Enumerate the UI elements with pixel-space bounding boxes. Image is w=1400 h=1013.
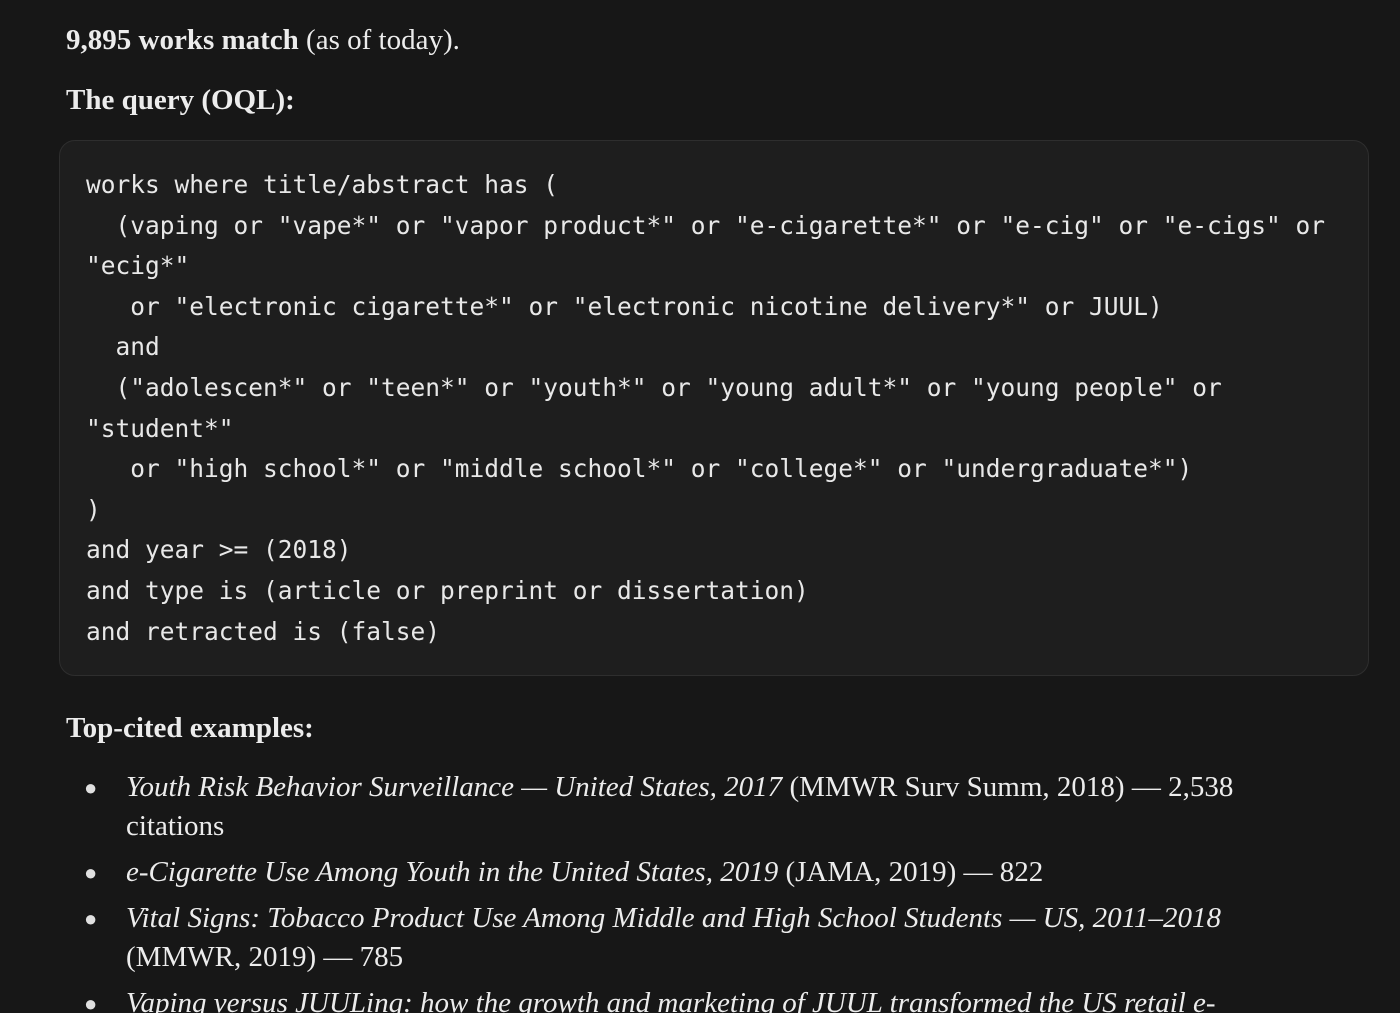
example-details: (JAMA, 2019) — 822 (778, 856, 1044, 888)
example-title: Vaping versus JUULing: how the growth an… (126, 987, 1216, 1013)
list-item: ● e-Cigarette Use Among Youth in the Unit… (66, 853, 1326, 892)
query-code-block[interactable]: works where title/abstract has ( (vaping… (59, 140, 1369, 676)
bullet-icon: ● (84, 860, 98, 885)
query-line: or "electronic cigarette*" or "electroni… (86, 291, 1163, 321)
query-line: or "high school*" or "middle school*" or… (86, 454, 1193, 484)
query-line: "ecig*" (86, 251, 190, 281)
example-details: (MMWR, 2019) — 785 (126, 941, 404, 973)
query-line: and type is (article or preprint or diss… (86, 575, 809, 605)
response-content: 9,895 works match (as of today). The que… (59, 18, 1371, 1013)
query-line: and year >= (2018) (86, 535, 352, 565)
bullet-icon: ● (84, 775, 98, 800)
examples-list: ● Youth Risk Behavior Surveillance — Unit… (66, 768, 1326, 1013)
query-line: "student*" (86, 413, 234, 443)
list-item: ● Youth Risk Behavior Surveillance — Unit… (66, 768, 1326, 846)
query-code[interactable]: works where title/abstract has ( (vaping… (86, 165, 1342, 652)
query-line: ) (86, 494, 101, 524)
query-line: ("adolescen*" or "teen*" or "youth*" or … (86, 372, 1222, 402)
query-line: and (86, 332, 160, 362)
query-line: and retracted is (false) (86, 616, 441, 646)
example-title: Youth Risk Behavior Surveillance — Unite… (126, 771, 783, 803)
query-heading: The query (OQL): (66, 84, 295, 116)
bullet-icon: ● (84, 906, 98, 931)
query-line: works where title/abstract has ( (86, 170, 559, 199)
example-title: e-Cigarette Use Among Youth in the Unite… (126, 856, 779, 888)
results-count: 9,895 works match (66, 24, 299, 56)
results-summary: 9,895 works match (as of today). (66, 18, 1371, 62)
list-item: ● Vaping versus JUULing: how the growth a… (66, 984, 1326, 1013)
list-item: ● Vital Signs: Tobacco Product Use Among … (66, 899, 1326, 977)
bullet-icon: ● (84, 991, 98, 1013)
example-title: Vital Signs: Tobacco Product Use Among M… (126, 902, 1221, 934)
query-line: (vaping or "vape*" or "vapor product*" o… (86, 210, 1326, 240)
examples-heading: Top-cited examples: (66, 712, 314, 744)
results-suffix: (as of today). (298, 24, 460, 56)
